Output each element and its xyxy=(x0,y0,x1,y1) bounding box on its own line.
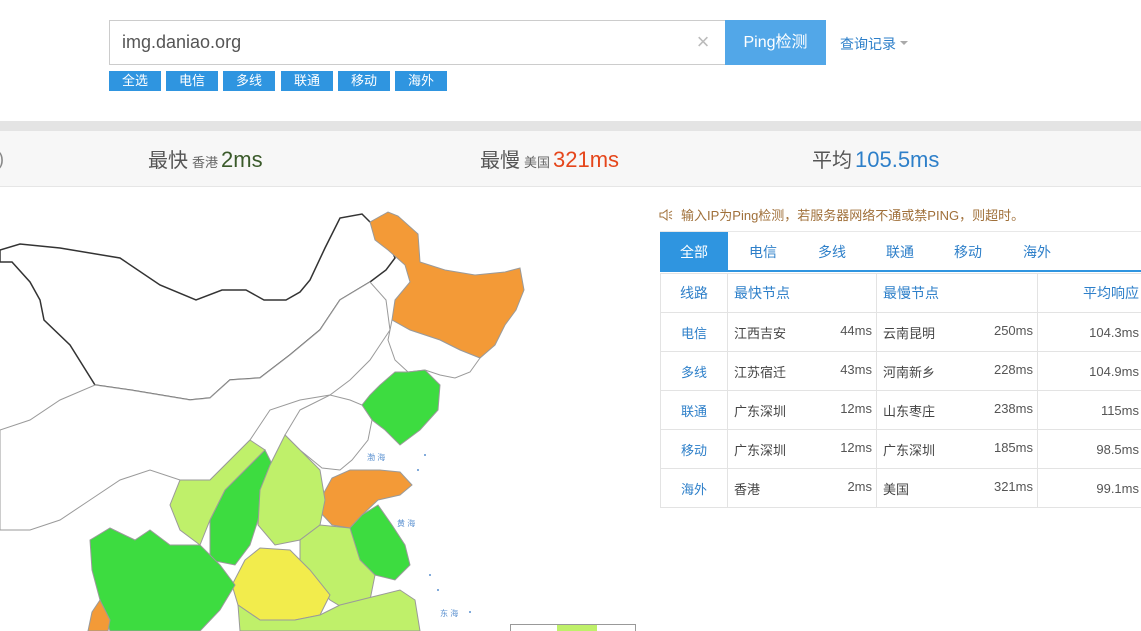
slow-node-cell: 云南昆明 250ms xyxy=(876,312,1038,352)
avg-cell: 104.3ms xyxy=(1037,312,1141,352)
line-cell[interactable]: 电信 xyxy=(660,312,728,352)
tab-bar: 全部 电信 多线 联通 移动 海外 xyxy=(660,231,1141,272)
table-row: 联通 广东深圳 12ms 山东枣庄 238ms 115ms xyxy=(660,390,1141,430)
average-value: 105.5ms xyxy=(855,147,940,172)
header-slowest: 最慢节点 xyxy=(876,273,1038,313)
coast-dot xyxy=(417,469,419,471)
fastest-value: 2ms xyxy=(221,147,263,172)
filter-all-button[interactable]: 全选 xyxy=(109,71,161,91)
result-table: 线路 最快节点 最慢节点 平均响应 电信 江西吉安 44ms 云南昆明 250ms … xyxy=(660,273,1141,508)
search-input[interactable] xyxy=(110,21,690,64)
filter-overseas-button[interactable]: 海外 xyxy=(395,71,447,91)
sea-label-huanghai: 黄 海 xyxy=(397,518,415,528)
table-row: 移动 广东深圳 12ms 广东深圳 185ms 98.5ms xyxy=(660,429,1141,469)
notice-text: 输入IP为Ping检测，若服务器网络不通或禁PING，则超时。 xyxy=(681,208,1025,223)
line-cell[interactable]: 联通 xyxy=(660,390,728,430)
line-cell[interactable]: 移动 xyxy=(660,429,728,469)
avg-cell: 115ms xyxy=(1037,390,1141,430)
caret-down-icon xyxy=(900,41,908,46)
slow-node-cell: 河南新乡 228ms xyxy=(876,351,1038,391)
china-map: 渤 海 黄 海 东 海 xyxy=(0,211,525,631)
coast-dot xyxy=(424,454,426,456)
filter-unicom-button[interactable]: 联通 xyxy=(281,71,333,91)
avg-cell: 98.5ms xyxy=(1037,429,1141,469)
tab-overseas[interactable]: 海外 xyxy=(1003,232,1071,272)
line-cell[interactable]: 海外 xyxy=(660,468,728,508)
filter-multiline-button[interactable]: 多线 xyxy=(223,71,275,91)
table-header-row: 线路 最快节点 最慢节点 平均响应 xyxy=(660,273,1141,313)
line-cell[interactable]: 多线 xyxy=(660,351,728,391)
notice: 输入IP为Ping检测，若服务器网络不通或禁PING，则超时。 xyxy=(659,205,1024,224)
fast-node-cell: 江西吉安 44ms xyxy=(727,312,877,352)
fast-node-cell: 江苏宿迁 43ms xyxy=(727,351,877,391)
tab-telecom[interactable]: 电信 xyxy=(729,232,797,272)
tab-all[interactable]: 全部 xyxy=(660,232,728,272)
summary-edge-glyph: ) xyxy=(0,149,4,170)
ping-button[interactable]: Ping检测 xyxy=(725,20,826,65)
header-avg: 平均响应 xyxy=(1037,273,1141,313)
fast-node-cell: 广东深圳 12ms xyxy=(727,429,877,469)
ping-tool-page: × Ping检测 查询记录 全选 电信 多线 联通 移动 海外 ) 最快香港2m… xyxy=(0,0,1141,631)
header-line: 线路 xyxy=(660,273,728,313)
tab-unicom[interactable]: 联通 xyxy=(866,232,934,272)
legend-swatch xyxy=(557,625,597,631)
fast-node-cell: 香港 2ms xyxy=(727,468,877,508)
speaker-icon xyxy=(659,209,673,221)
stat-average: 平均 105.5ms xyxy=(812,147,940,172)
slow-node-cell: 美国 321ms xyxy=(876,468,1038,508)
tab-mobile[interactable]: 移动 xyxy=(934,232,1002,272)
search-box: × xyxy=(109,20,726,65)
slow-node-cell: 广东深圳 185ms xyxy=(876,429,1038,469)
stat-fastest: 最快 香港 2ms xyxy=(148,147,263,172)
coast-dot xyxy=(437,589,439,591)
filter-telecom-button[interactable]: 电信 xyxy=(166,71,218,91)
clear-icon[interactable]: × xyxy=(693,31,713,53)
avg-cell: 104.9ms xyxy=(1037,351,1141,391)
coast-dot xyxy=(469,611,471,613)
history-dropdown[interactable]: 查询记录 xyxy=(840,34,908,54)
header-fastest: 最快节点 xyxy=(727,273,877,313)
avg-cell: 99.1ms xyxy=(1037,468,1141,508)
sea-label-bohai: 渤 海 xyxy=(367,452,385,462)
divider xyxy=(0,121,1141,131)
table-row: 海外 香港 2ms 美国 321ms 99.1ms xyxy=(660,468,1141,508)
slow-node-cell: 山东枣庄 238ms xyxy=(876,390,1038,430)
map-region-liaoning xyxy=(361,369,441,446)
coast-dot xyxy=(429,574,431,576)
summary-bar: ) 最快香港2ms 最慢美国321ms 平均105.5ms xyxy=(0,131,1141,187)
slowest-value: 321ms xyxy=(553,147,620,172)
sea-label-donghai: 东 海 xyxy=(440,608,458,618)
filter-mobile-button[interactable]: 移动 xyxy=(338,71,390,91)
table-row: 多线 江苏宿迁 43ms 河南新乡 228ms 104.9ms xyxy=(660,351,1141,391)
table-row: 电信 江西吉安 44ms 云南昆明 250ms 104.3ms xyxy=(660,312,1141,352)
history-label: 查询记录 xyxy=(840,36,896,52)
stat-slowest: 最慢 美国 321ms xyxy=(480,147,620,172)
tab-multiline[interactable]: 多线 xyxy=(798,232,866,272)
fast-node-cell: 广东深圳 12ms xyxy=(727,390,877,430)
map-legend xyxy=(510,624,636,631)
